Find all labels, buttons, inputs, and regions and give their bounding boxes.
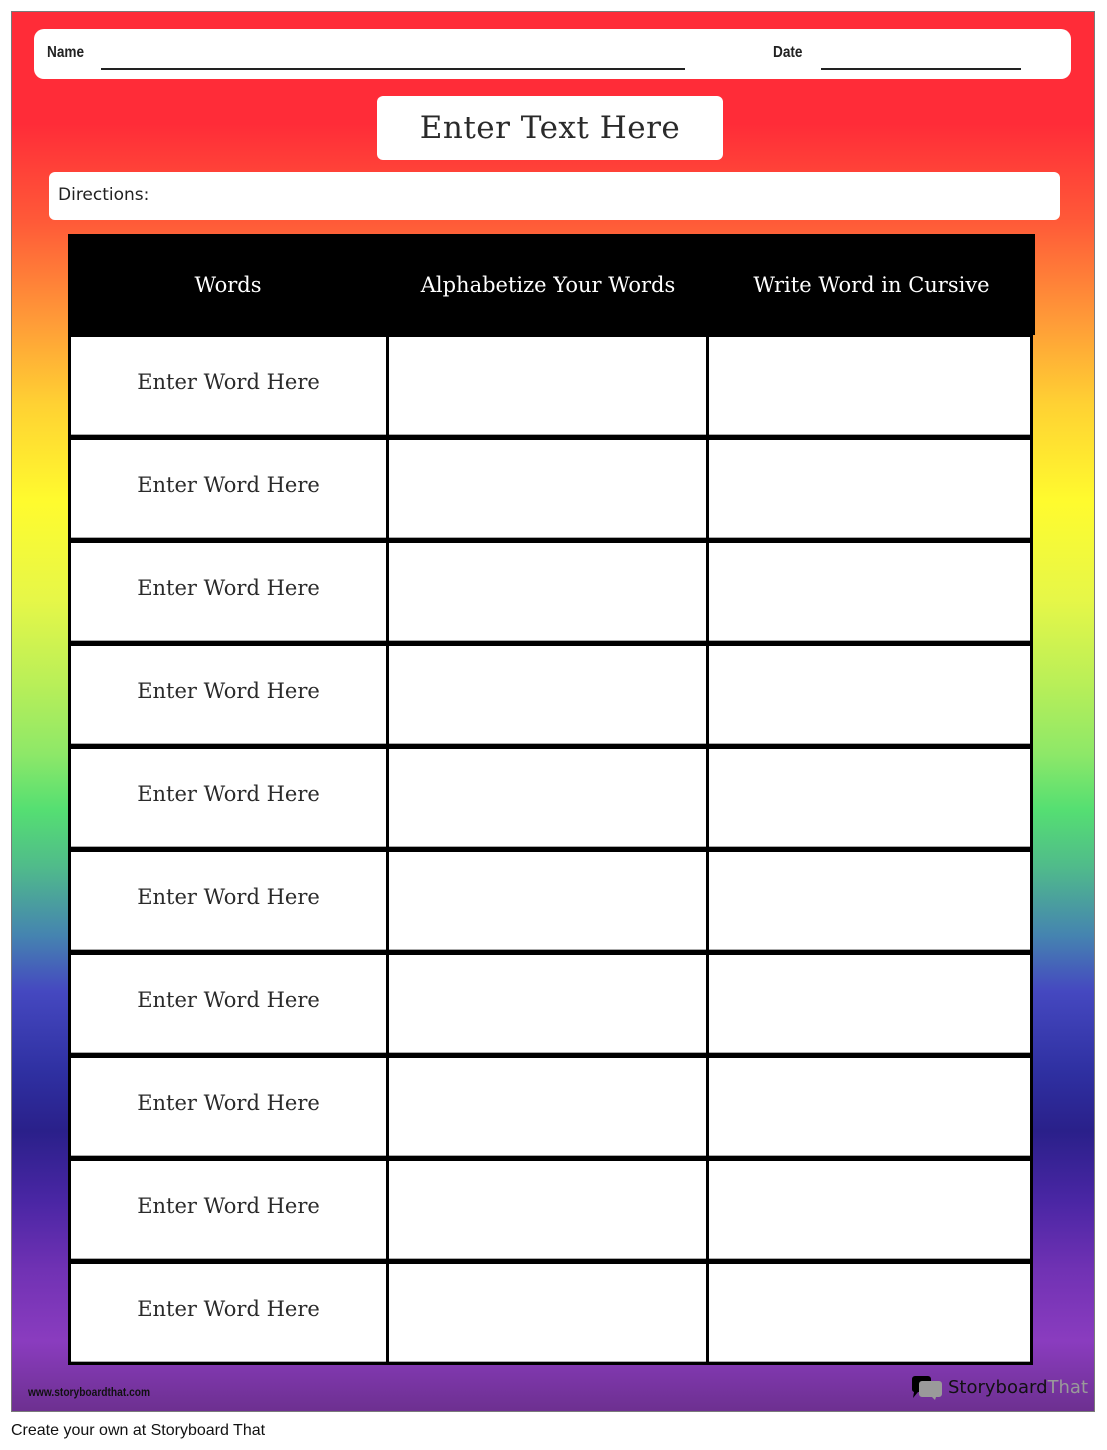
date-line[interactable] <box>821 68 1021 70</box>
word-cell[interactable]: Enter Word Here <box>71 337 389 435</box>
word-cell-text: Enter Word Here <box>137 782 320 806</box>
title-box[interactable]: Enter Text Here <box>377 96 723 160</box>
directions-box[interactable]: Directions: <box>49 172 1060 220</box>
word-cell-text: Enter Word Here <box>137 1297 320 1321</box>
table-row: Enter Word Here <box>68 1159 1033 1262</box>
brand-primary: Storyboard <box>948 1376 1048 1398</box>
cursive-cell[interactable] <box>709 852 1030 950</box>
word-cell-text: Enter Word Here <box>137 885 320 909</box>
header-words: Words <box>194 272 262 297</box>
table-row: Enter Word Here <box>68 1056 1033 1159</box>
word-cell[interactable]: Enter Word Here <box>71 440 389 538</box>
header-alphabetize: Alphabetize Your Words <box>420 272 676 297</box>
name-label: Name <box>47 44 85 61</box>
footer-url[interactable]: www.storyboardthat.com <box>28 1385 150 1399</box>
alphabetize-cell[interactable] <box>389 955 709 1053</box>
create-your-own-caption[interactable]: Create your own at Storyboard That <box>11 1422 265 1440</box>
word-cell-text: Enter Word Here <box>137 1194 320 1218</box>
worksheet-page: Name Date Enter Text Here Directions: Wo… <box>11 11 1095 1412</box>
word-cell-text: Enter Word Here <box>137 679 320 703</box>
word-cell[interactable]: Enter Word Here <box>71 749 389 847</box>
word-cell[interactable]: Enter Word Here <box>71 852 389 950</box>
table-row: Enter Word Here <box>68 953 1033 1056</box>
name-date-bar: Name Date <box>34 29 1071 79</box>
cursive-cell[interactable] <box>709 749 1030 847</box>
word-cell[interactable]: Enter Word Here <box>71 646 389 744</box>
header-cursive: Write Word in Cursive <box>753 272 990 297</box>
alphabetize-cell[interactable] <box>389 1264 709 1362</box>
cursive-cell[interactable] <box>709 1161 1030 1259</box>
brand-name: StoryboardThat <box>948 1377 1088 1398</box>
table-row: Enter Word Here <box>68 438 1033 541</box>
alphabetize-cell[interactable] <box>389 337 709 435</box>
word-cell-text: Enter Word Here <box>137 988 320 1012</box>
date-label: Date <box>773 44 803 61</box>
word-cell[interactable]: Enter Word Here <box>71 543 389 641</box>
word-cell-text: Enter Word Here <box>137 576 320 600</box>
table-row: Enter Word Here <box>68 1262 1033 1365</box>
word-cell[interactable]: Enter Word Here <box>71 1264 389 1362</box>
directions-label: Directions: <box>58 185 150 205</box>
table-header: Words Alphabetize Your Words Write Word … <box>68 234 1035 335</box>
alphabetize-cell[interactable] <box>389 646 709 744</box>
cursive-cell[interactable] <box>709 1058 1030 1156</box>
alphabetize-cell[interactable] <box>389 543 709 641</box>
table-body: Enter Word Here Enter Word Here Enter Word… <box>68 335 1035 1365</box>
table-row: Enter Word Here <box>68 541 1033 644</box>
cursive-cell[interactable] <box>709 1264 1030 1362</box>
storyboardthat-logo[interactable]: StoryboardThat <box>910 1374 1088 1400</box>
word-table: Words Alphabetize Your Words Write Word … <box>68 234 1035 1365</box>
table-row: Enter Word Here <box>68 747 1033 850</box>
alphabetize-cell[interactable] <box>389 852 709 950</box>
cursive-cell[interactable] <box>709 543 1030 641</box>
cursive-cell[interactable] <box>709 337 1030 435</box>
alphabetize-cell[interactable] <box>389 440 709 538</box>
brand-secondary: That <box>1047 1376 1089 1398</box>
word-cell[interactable]: Enter Word Here <box>71 1058 389 1156</box>
word-cell-text: Enter Word Here <box>137 1091 320 1115</box>
alphabetize-cell[interactable] <box>389 1161 709 1259</box>
speech-bubbles-icon <box>910 1374 944 1400</box>
worksheet-title: Enter Text Here <box>419 110 681 146</box>
word-cell[interactable]: Enter Word Here <box>71 955 389 1053</box>
word-cell-text: Enter Word Here <box>137 473 320 497</box>
table-row: Enter Word Here <box>68 850 1033 953</box>
name-line[interactable] <box>101 68 685 70</box>
alphabetize-cell[interactable] <box>389 1058 709 1156</box>
table-row: Enter Word Here <box>68 335 1033 438</box>
cursive-cell[interactable] <box>709 440 1030 538</box>
cursive-cell[interactable] <box>709 646 1030 744</box>
word-cell[interactable]: Enter Word Here <box>71 1161 389 1259</box>
alphabetize-cell[interactable] <box>389 749 709 847</box>
word-cell-text: Enter Word Here <box>137 370 320 394</box>
cursive-cell[interactable] <box>709 955 1030 1053</box>
table-row: Enter Word Here <box>68 644 1033 747</box>
